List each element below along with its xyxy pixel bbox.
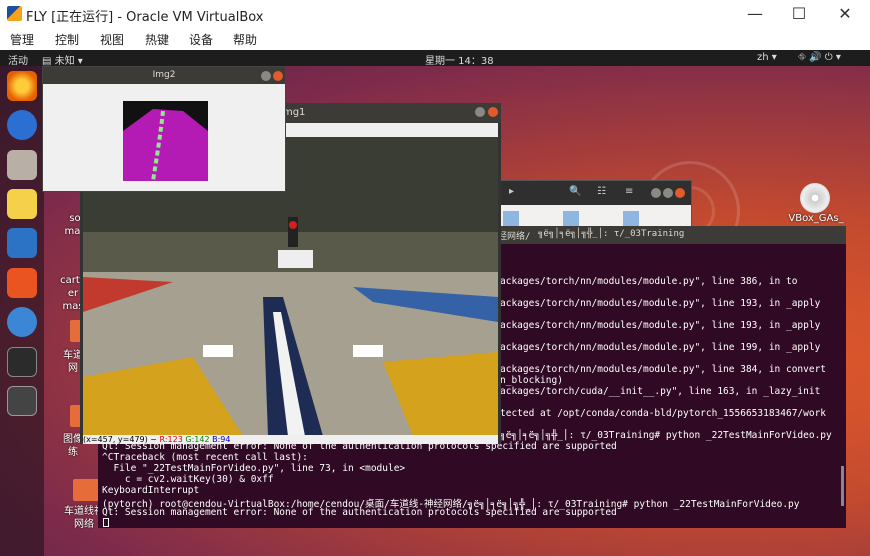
lane-mask-image — [123, 101, 208, 181]
close-icon[interactable] — [488, 107, 498, 117]
files-icon[interactable] — [7, 150, 37, 180]
terminal-line: File "_22TestMainForVideo.py", line 73, … — [102, 463, 406, 474]
maximize-button[interactable]: ☐ — [776, 0, 822, 28]
opencv-window-icon[interactable] — [7, 386, 37, 416]
img1-statusbar: (x=457, y=479) ~ R:123 G:142 B:94 — [83, 435, 498, 444]
app-menu[interactable]: ▤ 未知 ▾ — [42, 52, 83, 67]
terminal-line: c = cv2.waitKey(30) & 0xff — [102, 474, 274, 485]
search-icon[interactable]: 🔍 — [569, 186, 581, 197]
file-icon[interactable] — [503, 211, 519, 227]
max-icon[interactable] — [663, 188, 673, 198]
gnome-topbar: 活动 ▤ 未知 ▾ 星期一 14：38 zh ▾ ⛗ 🔊 ⏻ ▾ — [0, 50, 870, 67]
terminal-line: ackages/torch/nn/modules/module.py", lin… — [500, 276, 798, 287]
list-view-icon[interactable]: ☷ — [597, 186, 606, 197]
cursor-coordinates: (x=457, y=479) ~ — [83, 435, 157, 444]
file-manager-window: ▸ 🔍 ☷ ≡ — [496, 180, 692, 228]
terminal-line: ╗ё╗│╕ё╗│╗╬_│: τ/_03Training# python _22T… — [500, 430, 832, 441]
firefox-icon[interactable] — [7, 71, 37, 101]
menu-view[interactable]: 视图 — [100, 31, 124, 48]
terminal-scrollbar[interactable] — [841, 466, 844, 506]
terminal-icon[interactable] — [7, 347, 37, 377]
menu-hotkey[interactable]: 热键 — [145, 31, 169, 48]
close-icon[interactable] — [675, 188, 685, 198]
close-icon[interactable] — [273, 71, 283, 81]
window-title: FLY [正在运行] - Oracle VM VirtualBox — [26, 10, 264, 25]
dock — [0, 66, 44, 556]
img2-titlebar: Img2 — [43, 67, 285, 84]
input-method[interactable]: zh ▾ — [757, 52, 777, 63]
files-forward-icon[interactable]: ▸ — [509, 186, 514, 197]
minimize-button[interactable]: — — [732, 0, 778, 28]
menu-devices[interactable]: 设备 — [189, 31, 213, 48]
g-value: G:142 — [185, 435, 210, 444]
terminal-line: tected at /opt/conda/conda-bld/pytorch_1… — [500, 408, 827, 419]
terminal-line: ackages/torch/nn/modules/module.py", lin… — [500, 364, 827, 375]
terminal-cursor — [103, 518, 109, 527]
file-icon[interactable] — [563, 211, 579, 227]
file-manager-toolbar: ▸ 🔍 ☷ ≡ — [497, 181, 691, 205]
clock[interactable]: 星期一 14：38 — [425, 52, 494, 67]
r-value: R:123 — [159, 435, 183, 444]
terminal-title: ╗ё╗│╕ё╗│╗╬_│: τ/_03Training — [538, 229, 685, 239]
terminal-line: ackages/torch/nn/modules/module.py", lin… — [500, 320, 821, 331]
b-value: B:94 — [212, 435, 231, 444]
terminal-line: KeyboardInterrupt — [102, 485, 200, 496]
virtualbox-icon — [7, 6, 22, 21]
file-icon[interactable] — [623, 211, 639, 227]
terminal-line: ^CTraceback (most recent call last): — [102, 452, 308, 463]
img2-title: Img2 — [152, 70, 176, 80]
min-icon[interactable] — [651, 188, 661, 198]
min-icon[interactable] — [475, 107, 485, 117]
img2-window[interactable]: Img2 — [42, 66, 286, 192]
vbox-cd-label: VBox_GAs_ — [788, 213, 844, 224]
terminal-line: ackages/torch/nn/modules/module.py", lin… — [500, 298, 821, 309]
rhythmbox-icon[interactable] — [7, 189, 37, 219]
close-button[interactable]: ✕ — [822, 0, 868, 28]
menu-help[interactable]: 帮助 — [233, 31, 257, 48]
window-titlebar: FLY [正在运行] - Oracle VM VirtualBox — ☐ ✕ — [0, 0, 870, 28]
software-center-icon[interactable] — [7, 268, 37, 298]
menu-icon[interactable]: ≡ — [625, 186, 633, 197]
terminal-line: ackages/torch/nn/modules/module.py", lin… — [500, 342, 821, 353]
min-icon[interactable] — [261, 71, 271, 81]
terminal-line: n_blocking) — [500, 375, 563, 386]
terminal-line: ackages/torch/cuda/__init__.py", line 16… — [500, 386, 821, 397]
terminal-title-prefix: 经网络/ — [498, 232, 531, 242]
help-icon[interactable] — [7, 307, 37, 337]
thunderbird-icon[interactable] — [7, 110, 37, 140]
vbox-cd-icon[interactable] — [800, 183, 830, 213]
writer-icon[interactable] — [7, 228, 37, 258]
menu-control[interactable]: 控制 — [55, 31, 79, 48]
menu-manage[interactable]: 管理 — [10, 31, 34, 48]
terminal-line: Qt: Session management error: None of th… — [102, 507, 617, 518]
activities-button[interactable]: 活动 — [8, 52, 28, 67]
system-tray[interactable]: ⛗ 🔊 ⏻ ▾ — [798, 52, 841, 63]
menu-bar: 管理 控制 视图 热键 设备 帮助 — [0, 28, 870, 50]
